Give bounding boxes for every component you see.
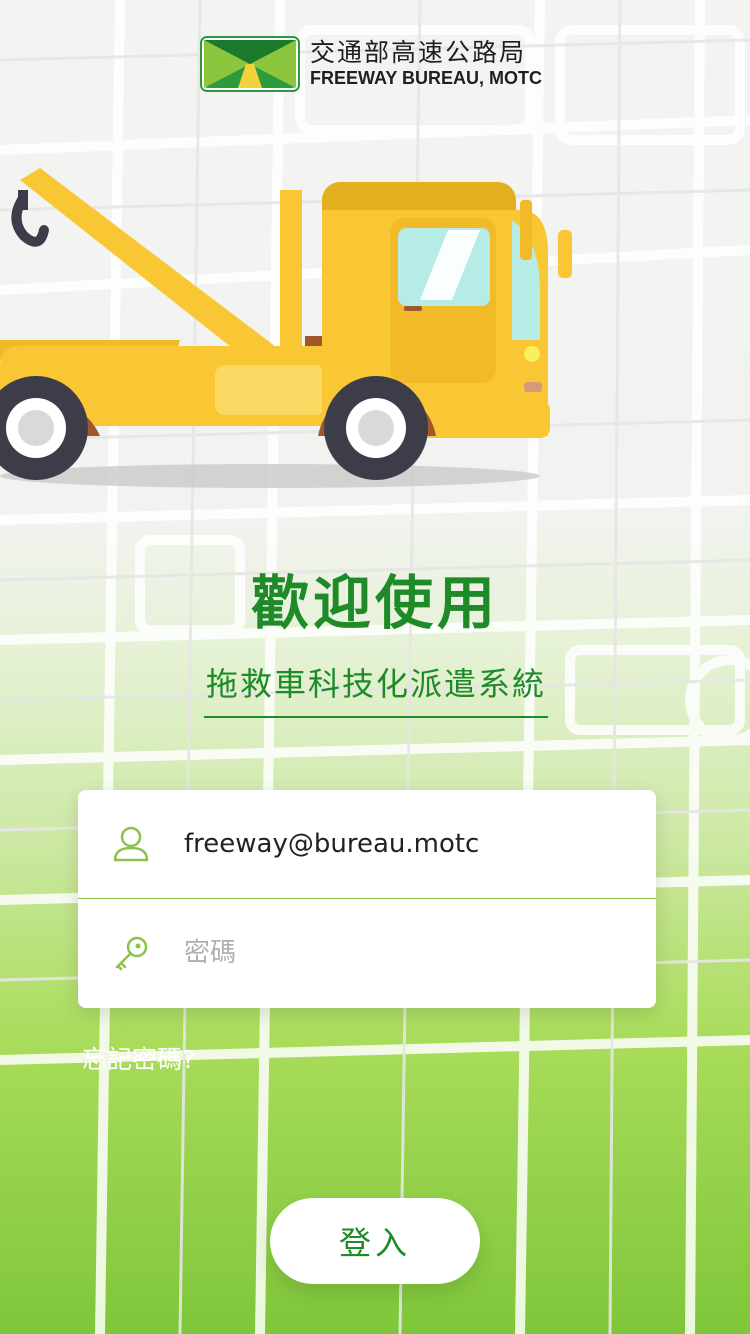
system-subtitle: 拖救車科技化派遣系統 [204,660,548,718]
password-field-row [78,899,656,1007]
forgot-password-link[interactable]: 忘記密碼? [82,1040,195,1076]
key-icon [106,928,156,978]
freeway-logo-icon [200,36,300,92]
freeway-bureau-logo: 交通部高速公路局 FREEWAY BUREAU, MOTC [200,34,560,94]
login-button[interactable]: 登入 [270,1198,480,1284]
org-name-en: FREEWAY BUREAU, MOTC [310,68,543,88]
logo-text: 交通部高速公路局 FREEWAY BUREAU, MOTC [310,39,542,89]
user-icon [106,819,156,869]
email-field[interactable] [184,829,624,859]
org-name-zh: 交通部高速公路局 [310,38,527,67]
email-field-row [78,790,656,899]
welcome-title: 歡迎使用 [250,569,499,637]
tow-truck-illustration [0,168,572,488]
login-form-card [78,790,656,1008]
password-field[interactable] [184,938,624,968]
